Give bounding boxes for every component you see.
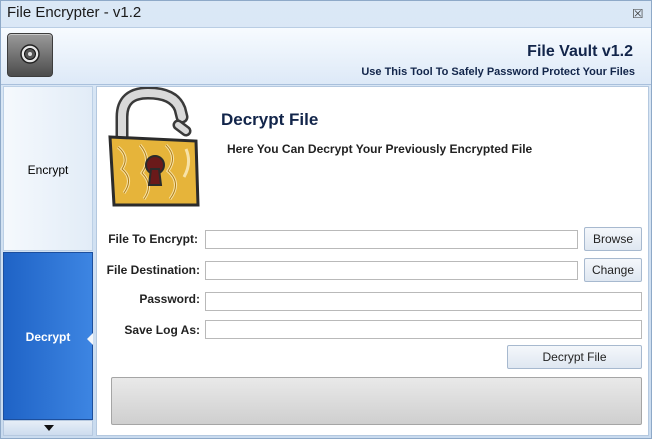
sidebar-item-label: Decrypt xyxy=(25,330,71,344)
app-menu-button[interactable] xyxy=(7,33,53,77)
file-destination-label: File Destination: xyxy=(106,263,200,277)
close-icon[interactable]: ⮽ xyxy=(633,6,643,22)
sidebar-scroll-button[interactable] xyxy=(3,420,93,436)
app-title: File Vault v1.2 xyxy=(527,43,633,60)
sidebar-item-encrypt[interactable]: Encrypt xyxy=(3,86,93,251)
file-to-encrypt-label: File To Encrypt: xyxy=(108,232,198,246)
password-label: Password: xyxy=(139,292,200,306)
active-indicator xyxy=(87,333,93,345)
window-title: File Encrypter - v1.2 xyxy=(7,4,142,21)
padlock-icon xyxy=(108,87,200,207)
app-window: File Encrypter - v1.2 ⮽ File Vault v1.2 … xyxy=(0,0,652,439)
log-output-panel xyxy=(111,377,642,425)
password-input[interactable] xyxy=(205,292,642,311)
decrypt-file-button[interactable]: Decrypt File xyxy=(507,345,642,369)
main-panel: Decrypt File Here You Can Decrypt Your P… xyxy=(96,86,649,436)
browse-button[interactable]: Browse xyxy=(584,227,642,251)
save-log-label: Save Log As: xyxy=(124,323,200,337)
save-log-input[interactable] xyxy=(205,320,642,339)
sidebar-item-label: Encrypt xyxy=(27,163,69,177)
page-description: Here You Can Decrypt Your Previously Enc… xyxy=(227,142,533,156)
change-button[interactable]: Change xyxy=(584,258,642,282)
file-destination-input[interactable] xyxy=(205,261,578,280)
sidebar: Encrypt Decrypt xyxy=(3,86,93,436)
sidebar-item-decrypt[interactable]: Decrypt xyxy=(3,252,93,420)
lock-dial-icon xyxy=(20,44,40,64)
chevron-down-icon xyxy=(44,425,54,431)
page-title: Decrypt File xyxy=(221,110,319,129)
file-to-encrypt-input[interactable] xyxy=(205,230,578,249)
app-header: File Vault v1.2 Use This Tool To Safely … xyxy=(1,27,651,85)
title-bar[interactable]: File Encrypter - v1.2 ⮽ xyxy=(1,1,651,27)
app-subtitle: Use This Tool To Safely Password Protect… xyxy=(361,66,635,78)
